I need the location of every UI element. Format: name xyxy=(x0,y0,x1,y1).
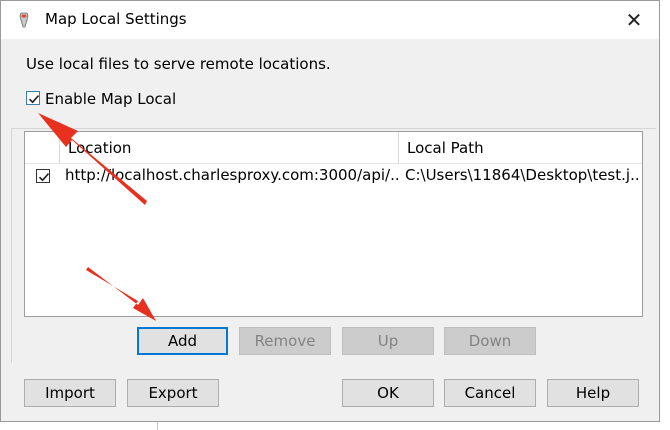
column-header-location[interactable]: Location xyxy=(60,132,399,163)
checkmark-icon xyxy=(28,95,40,104)
ok-button[interactable]: OK xyxy=(342,379,434,407)
enable-map-local-label[interactable]: Enable Map Local xyxy=(45,90,176,108)
down-button[interactable]: Down xyxy=(444,327,536,355)
cancel-button[interactable]: Cancel xyxy=(444,379,536,407)
mappings-table[interactable]: Location Local Path http://localhost.cha… xyxy=(24,131,643,317)
column-header-local-path[interactable]: Local Path xyxy=(399,132,644,163)
add-button[interactable]: Add xyxy=(137,327,228,355)
title-bar: Map Local Settings ✕ xyxy=(1,1,659,39)
checkmark-icon xyxy=(38,173,50,182)
close-icon[interactable]: ✕ xyxy=(621,7,647,33)
export-button[interactable]: Export xyxy=(127,379,219,407)
up-button[interactable]: Up xyxy=(342,327,434,355)
map-local-settings-dialog: Map Local Settings ✕ Use local files to … xyxy=(0,0,660,422)
column-header-enabled[interactable] xyxy=(25,132,60,163)
remove-button[interactable]: Remove xyxy=(239,327,331,355)
import-button[interactable]: Import xyxy=(24,379,116,407)
help-button[interactable]: Help xyxy=(547,379,639,407)
row-location: http://localhost.charlesproxy.com:3000/a… xyxy=(65,166,399,184)
row-local-path: C:\Users\11864\Desktop\test.j... xyxy=(405,166,641,184)
dialog-title: Map Local Settings xyxy=(45,10,187,28)
charles-app-icon xyxy=(15,11,33,29)
table-header: Location Local Path xyxy=(25,132,642,164)
row-enabled-checkbox[interactable] xyxy=(36,169,50,183)
enable-map-local-checkbox[interactable] xyxy=(26,91,40,105)
table-row[interactable]: http://localhost.charlesproxy.com:3000/a… xyxy=(25,164,642,187)
dialog-description: Use local files to serve remote location… xyxy=(26,55,331,73)
